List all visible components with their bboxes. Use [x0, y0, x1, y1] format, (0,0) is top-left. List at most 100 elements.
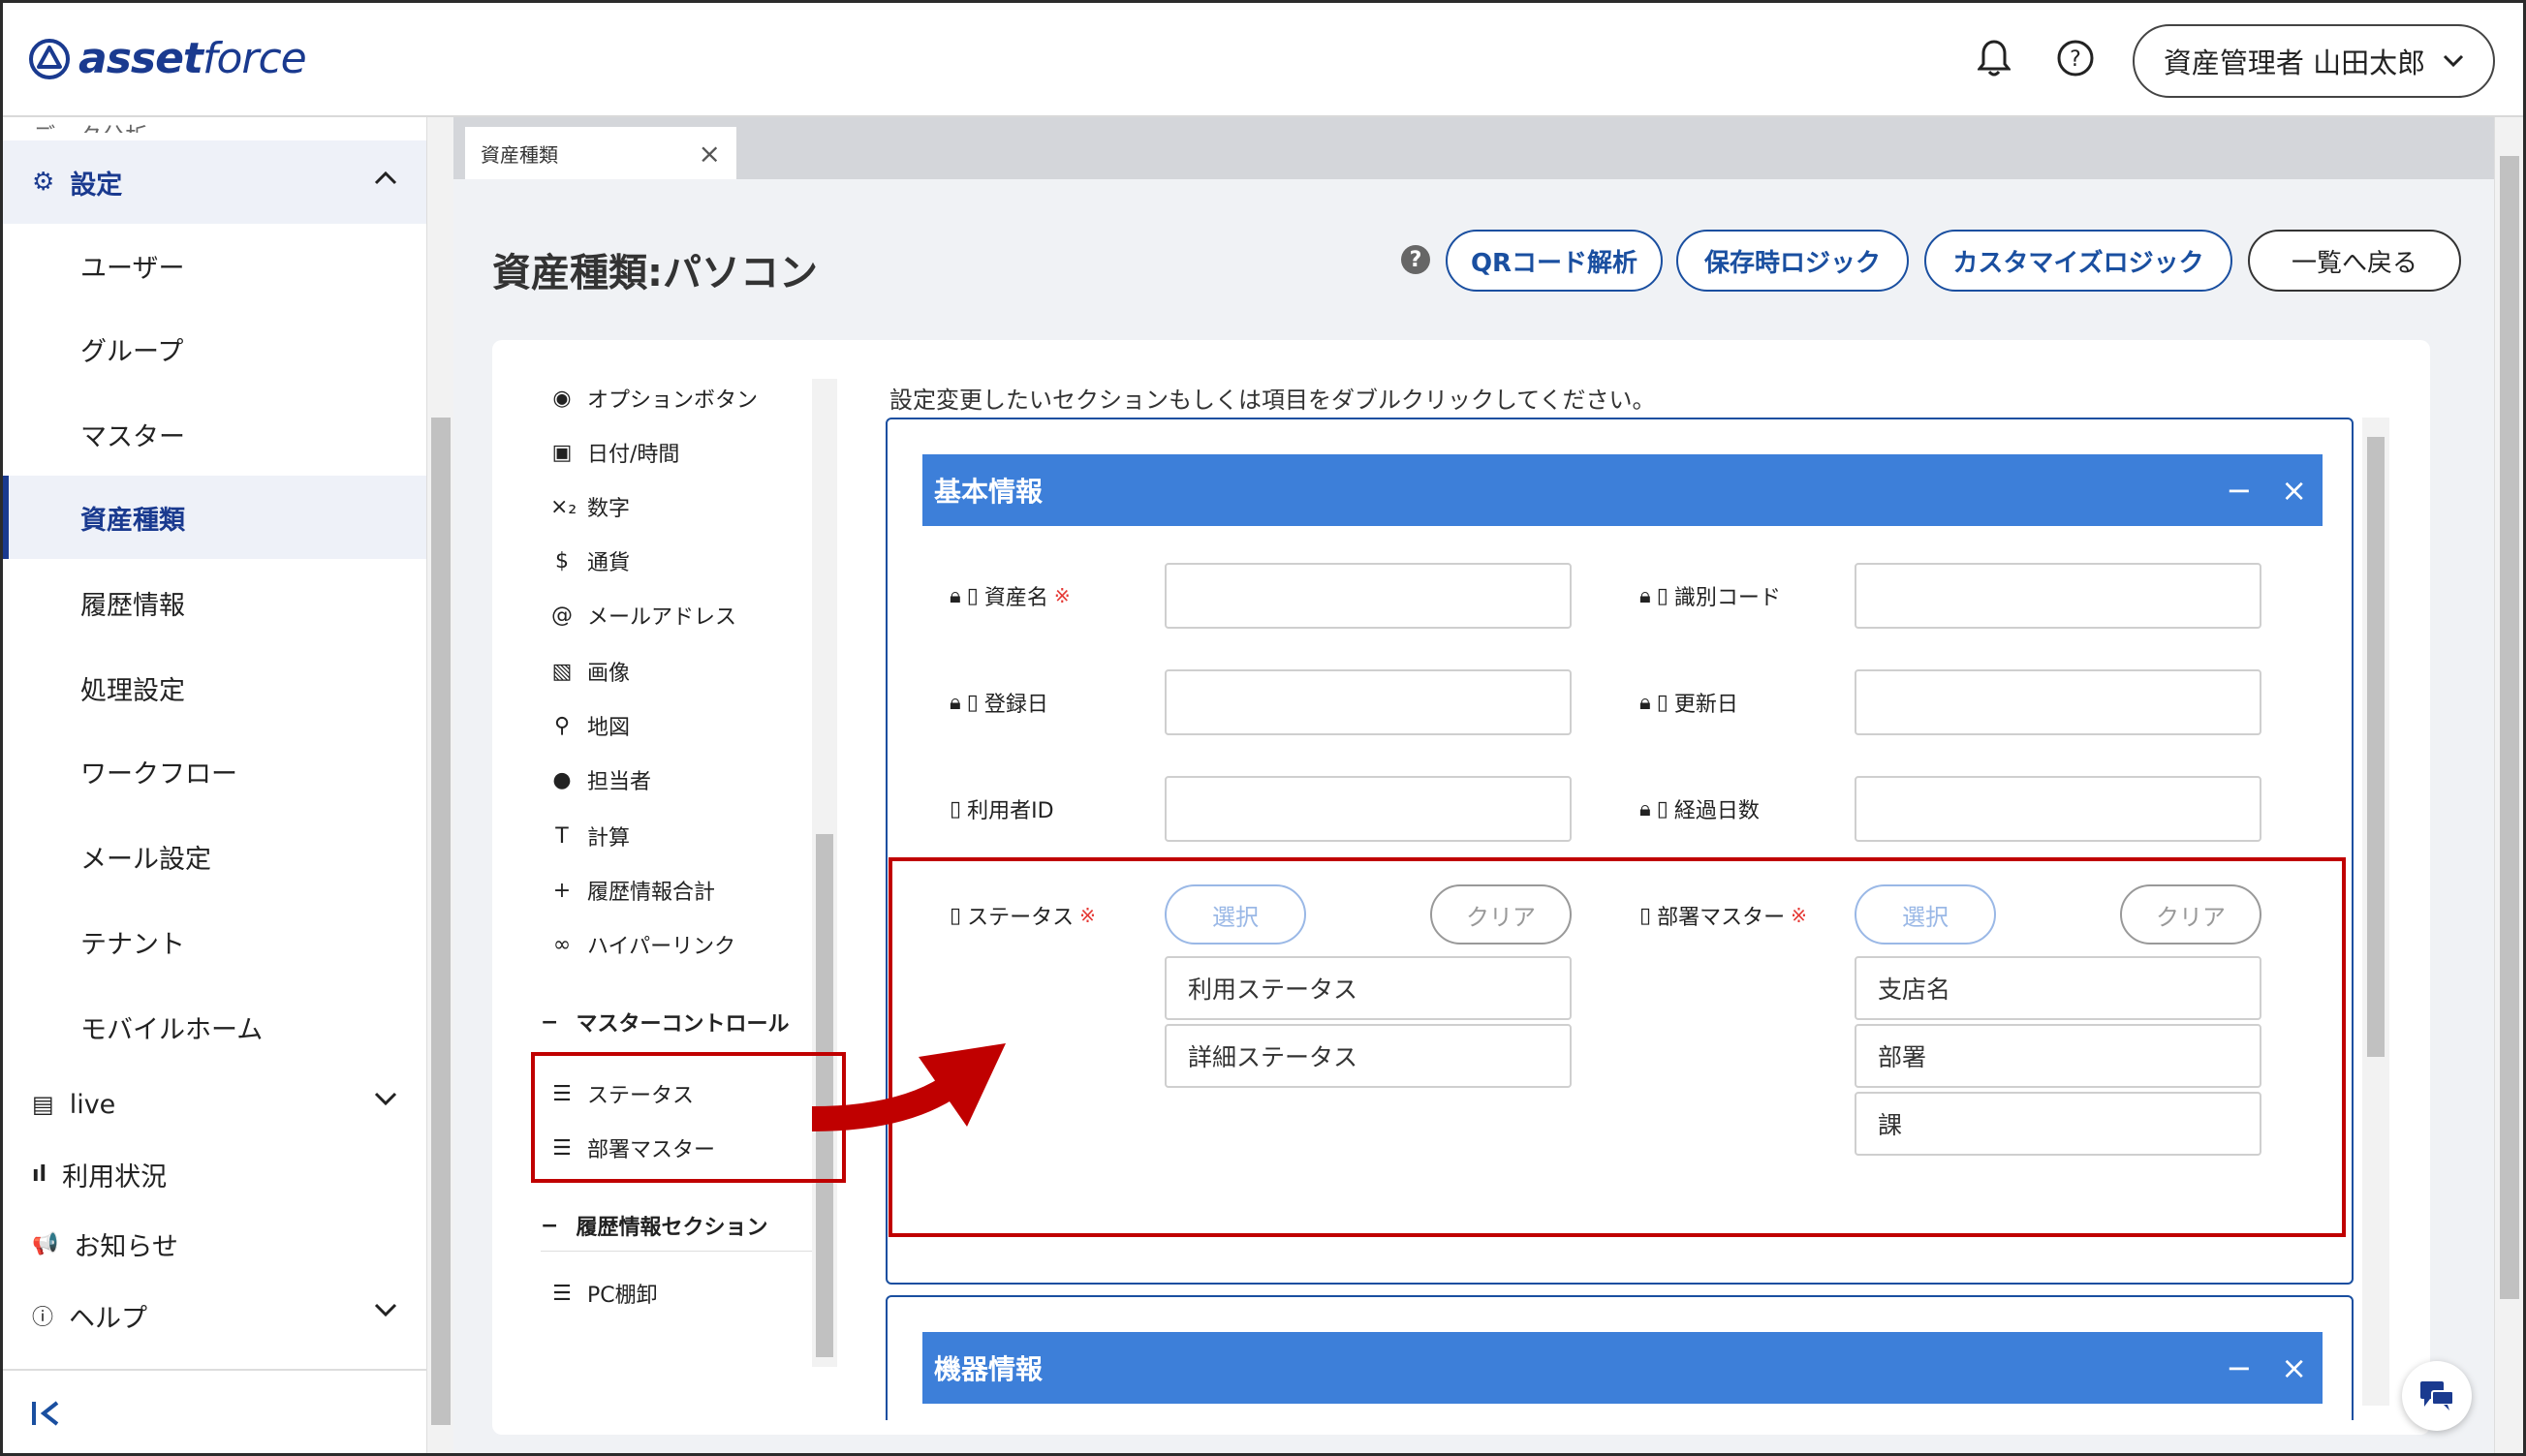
- section-header[interactable]: 基本情報 − ×: [922, 454, 2323, 526]
- collapse-sidebar-button[interactable]: [3, 1369, 426, 1453]
- palette-item-label: 担当者: [587, 770, 652, 794]
- bar-chart-icon: ıl: [32, 1162, 47, 1187]
- mobile-icon: ▯: [966, 690, 979, 715]
- palette-item[interactable]: ● 担当者: [550, 760, 651, 799]
- minimize-icon[interactable]: −: [2226, 1349, 2252, 1386]
- sidebar-item-tenant[interactable]: テナント: [3, 900, 426, 983]
- sidebar-item-label: モバイルホーム: [80, 1014, 264, 1045]
- field-input[interactable]: [1855, 563, 2261, 629]
- help-icon[interactable]: ?: [1401, 245, 1430, 274]
- sidebar-item-processing[interactable]: 処理設定: [3, 646, 426, 729]
- mobile-icon: ▯: [966, 583, 979, 608]
- logo-text: assetforce: [78, 34, 307, 83]
- calendar-icon: ▣: [551, 440, 573, 465]
- sidebar-item-master[interactable]: マスター: [3, 392, 426, 476]
- palette-item[interactable]: ∞ ハイパーリンク: [550, 925, 735, 964]
- logo-mark-icon: [29, 38, 70, 79]
- instruction-text: 設定変更したいセクションもしくは項目をダブルクリックしてください。: [889, 387, 1656, 414]
- user-menu-button[interactable]: 資産管理者 山田太郎: [2133, 24, 2495, 98]
- main-scrollbar[interactable]: [2494, 117, 2523, 1453]
- close-icon[interactable]: ×: [2281, 1349, 2307, 1386]
- palette-item[interactable]: ⚲ 地図: [550, 706, 630, 745]
- tab-asset-types[interactable]: 資産種類 ×: [465, 127, 736, 179]
- scrollbar-thumb[interactable]: [2367, 437, 2385, 1057]
- field-input[interactable]: [1855, 776, 2261, 842]
- palette-item[interactable]: ×₂ 数字: [550, 487, 630, 526]
- sidebar-group-help[interactable]: ⓘ ヘルプ: [3, 1274, 426, 1357]
- app-window: assetforce ? 資産管理者 山田太郎 データ分析 ⚙ 設定 ユーザー …: [0, 0, 2526, 1456]
- sidebar-group-settings[interactable]: ⚙ 設定: [3, 140, 426, 224]
- palette-item[interactable]: T 計算: [550, 817, 630, 855]
- sidebar-item-mobile-home[interactable]: モバイルホーム: [3, 985, 426, 1069]
- field-input[interactable]: [1165, 776, 1572, 842]
- highlight-box-palette: [531, 1052, 846, 1183]
- logo[interactable]: assetforce: [28, 34, 307, 83]
- field-label: 🔒︎ ▯ 識別コード: [1639, 576, 1781, 615]
- sidebar-item-asset-types[interactable]: 資産種類: [3, 476, 426, 559]
- palette-item-label: オプションボタン: [587, 388, 759, 413]
- field-input[interactable]: [1165, 669, 1572, 735]
- palette-item-pc-inventory[interactable]: ☰ PC棚卸: [550, 1274, 658, 1313]
- chat-button[interactable]: [2402, 1361, 2472, 1431]
- palette-item[interactable]: @ メールアドレス: [550, 596, 736, 635]
- help-circle-icon: ⓘ: [32, 1306, 54, 1330]
- sidebar-scrollbar[interactable]: [426, 117, 453, 1453]
- collapse-left-icon: [32, 1401, 59, 1426]
- radio-icon: ◉: [552, 386, 572, 411]
- minus-icon: −: [541, 1213, 559, 1238]
- sidebar-item-label: マスター: [80, 421, 185, 452]
- divider: [541, 1251, 831, 1252]
- scrollbar-thumb[interactable]: [431, 418, 451, 1425]
- section-controls: − ×: [2226, 472, 2307, 509]
- palette-item-label: 計算: [587, 826, 631, 851]
- close-icon[interactable]: ×: [699, 138, 721, 170]
- palette-item-label: 通貨: [587, 551, 631, 575]
- mobile-icon: ▯: [1656, 796, 1668, 821]
- sidebar-item-label: グループ: [80, 336, 184, 367]
- save-logic-button[interactable]: 保存時ロジック: [1676, 230, 1909, 292]
- sidebar-item-label: 処理設定: [80, 675, 185, 706]
- back-to-list-button[interactable]: 一覧へ戻る: [2248, 230, 2461, 292]
- palette-item[interactable]: ▣ 日付/時間: [550, 433, 680, 472]
- palette-item[interactable]: ◉ オプションボタン: [550, 379, 758, 418]
- field-label: 🔒︎ ▯ 更新日: [1639, 683, 1738, 722]
- palette-item[interactable]: ▧ 画像: [550, 652, 630, 691]
- section-header[interactable]: 機器情報 − ×: [922, 1332, 2323, 1404]
- palette-scrollbar[interactable]: [812, 379, 837, 1367]
- sidebar-item-label: ユーザー: [80, 253, 185, 284]
- sidebar-item-workflow[interactable]: ワークフロー: [3, 729, 426, 813]
- minimize-icon[interactable]: −: [2226, 472, 2252, 509]
- help-circle-icon[interactable]: ?: [2051, 34, 2100, 82]
- sidebar-item-groups[interactable]: グループ: [3, 307, 426, 390]
- palette-group-label: 履歴情報セクション: [576, 1216, 768, 1240]
- sidebar-item-cut[interactable]: データ分析: [32, 117, 148, 133]
- palette-item-label: 履歴情報合計: [587, 881, 716, 905]
- lock-icon: 🔒︎: [1639, 796, 1651, 821]
- canvas-scrollbar[interactable]: [2362, 418, 2389, 1406]
- field-input[interactable]: [1855, 669, 2261, 735]
- chat-icon: [2420, 1381, 2454, 1410]
- field-input[interactable]: [1165, 563, 1572, 629]
- palette-item-label: ハイパーリンク: [587, 935, 736, 959]
- sidebar-item-mail[interactable]: メール設定: [3, 815, 426, 898]
- bell-icon[interactable]: [1970, 34, 2018, 82]
- sidebar-item-history[interactable]: 履歴情報: [3, 561, 426, 644]
- palette-group-master[interactable]: − マスターコントロール: [541, 1003, 789, 1041]
- palette-item[interactable]: $ 通貨: [550, 542, 630, 580]
- scrollbar-thumb[interactable]: [2500, 156, 2519, 1299]
- minus-icon: −: [541, 1009, 559, 1035]
- qr-analysis-button[interactable]: QRコード解析: [1446, 230, 1663, 292]
- sidebar-item-users[interactable]: ユーザー: [3, 224, 426, 307]
- user-name: 資産管理者 山田太郎: [2163, 46, 2426, 79]
- palette-group-history[interactable]: − 履歴情報セクション: [541, 1206, 767, 1245]
- custom-logic-button[interactable]: カスタマイズロジック: [1924, 230, 2232, 292]
- at-sign-icon: @: [551, 603, 573, 628]
- person-icon: ●: [552, 767, 572, 792]
- sidebar-group-label: お知らせ: [74, 1231, 178, 1262]
- palette-item[interactable]: + 履歴情報合計: [550, 871, 715, 910]
- close-icon[interactable]: ×: [2281, 472, 2307, 509]
- field-palette: ◉ オプションボタン ▣ 日付/時間 ×₂ 数字 $ 通貨 @ メールアドレス ▧ 画像 ⚲…: [512, 379, 831, 1367]
- lock-icon: 🔒︎: [1639, 583, 1651, 608]
- link-icon: ∞: [552, 932, 572, 957]
- section-device-info[interactable]: 機器情報 − ×: [886, 1295, 2354, 1420]
